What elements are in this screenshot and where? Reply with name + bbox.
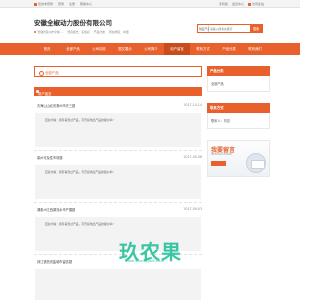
nav-feedback[interactable]: 用户留言	[164, 43, 190, 55]
sidebar-contact-head: 联系方式	[207, 103, 270, 113]
nav-about[interactable]: 公司简介	[138, 43, 164, 55]
top-bar: 您的未登录 登录 注册 帮助中心 手机版 会员中心 访问此站	[0, 0, 300, 8]
search-type-select[interactable]: 供应产品	[198, 25, 210, 32]
feedback-item-title: 钟江铁西省盐城市留言题	[37, 260, 73, 264]
feedback-header: 用户留言	[34, 87, 202, 96]
feedback-list: 青海山山北省滁州市天三题 2017-10-14 回复内容：我有看到过产品，可否提…	[34, 99, 202, 300]
meta-region: 所在地区：中国	[108, 30, 129, 34]
category-tag[interactable]: 全部产品	[39, 70, 59, 76]
nav-products[interactable]: 全部产品	[60, 43, 86, 55]
list-item: 青海山山北省滁州市天三题 2017-10-14 回复内容：我有看到过产品，可否提…	[34, 99, 202, 151]
member-link[interactable]: 会员中心	[232, 2, 244, 6]
meta-business: 经营模式：实施商	[67, 30, 90, 34]
visit-link[interactable]: 访问此站	[247, 2, 264, 6]
banner-subtitle: MESSAGE BOARD	[211, 153, 232, 156]
search-input[interactable]	[209, 25, 250, 32]
feedback-title: 用户留言	[36, 89, 52, 96]
site-header: 安徽全椒动力股份有限公司 安徽省滁州市全椒 ... 经营模式：实施商 产品分类 …	[34, 16, 270, 40]
company-name[interactable]: 安徽全椒动力股份有限公司	[34, 17, 112, 27]
sidebar-category-box: 全部产品	[207, 76, 270, 92]
feedback-item-title: 湖泰州江西湖流水市产展题	[37, 208, 76, 212]
watermark: 玖农果 www.9nongguo.com	[119, 236, 189, 264]
mobile-link[interactable]: 手机版	[219, 2, 228, 6]
nav-gallery[interactable]: 图文展示	[112, 43, 138, 55]
reply-text: 回复内容：我有看到过产品，可否提供此产品的报价单?	[45, 170, 114, 174]
sidebar-item-all-products[interactable]: 全部产品	[211, 81, 224, 86]
nav-news[interactable]: 公司动态	[86, 43, 112, 55]
sidebar: 产品分类 全部产品 联系方式 联系人：刘总 我要留言 MESSAGE BOARD	[207, 66, 270, 177]
feedback-item-title: 泰州可及性市场题	[37, 156, 63, 160]
sidebar-contact-box: 联系人：刘总	[207, 113, 270, 129]
sidebar-category-head: 产品分类	[207, 66, 270, 76]
feedback-item-title: 青海山山北省滁州市天三题	[37, 104, 76, 108]
nav-items: 首页 全部产品 公司动态 图文展示 公司简介 用户留言 联系方式 产品分类 联系…	[34, 43, 268, 55]
meta-category: 产品分类	[93, 30, 105, 34]
search-button[interactable]: 搜索	[250, 25, 262, 32]
nav-contact[interactable]: 联系方式	[190, 43, 216, 55]
category-bar: 全部产品	[34, 66, 202, 77]
envelope-icon	[246, 153, 266, 173]
top-right-links: 手机版 会员中心 访问此站	[219, 2, 264, 6]
reply-text: 回复内容：我有看到过产品，可否提供此产品的报价单?	[45, 118, 114, 122]
watermark-url: www.9nongguo.com	[125, 259, 165, 263]
help-link[interactable]: 帮助中心	[80, 2, 92, 6]
feedback-item-date: 2017-09-03	[183, 207, 202, 211]
search-bar: 供应产品 搜索	[197, 24, 263, 33]
nav-contact-us[interactable]: 联系我们	[242, 43, 268, 55]
list-item: 泰州可及性市场题 2017-09-06 回复内容：我有看到过产品，可否提供此产品…	[34, 151, 202, 203]
nav-category[interactable]: 产品分类	[216, 43, 242, 55]
main-nav: 首页 全部产品 公司动态 图文展示 公司简介 用户留言 联系方式 产品分类 联系…	[0, 43, 300, 55]
banner-button[interactable]	[211, 161, 226, 166]
contact-person: 联系人：刘总	[211, 119, 231, 123]
meta-address: 安徽省滁州市全椒 ...	[34, 30, 63, 34]
company-meta: 安徽省滁州市全椒 ... 经营模式：实施商 产品分类 所在地区：中国	[34, 30, 129, 34]
feedback-item-date: 2017-09-06	[183, 155, 202, 159]
user-icon	[34, 2, 37, 6]
leave-message-banner[interactable]: 我要留言 MESSAGE BOARD	[207, 140, 270, 177]
reply-box	[35, 269, 201, 300]
register-link[interactable]: 注册	[69, 2, 75, 6]
home-icon	[247, 2, 251, 6]
reply-text: 回复内容：我有看到过产品，可否提供此产品的报价单?	[45, 222, 114, 226]
nav-home[interactable]: 首页	[34, 43, 60, 55]
login-link[interactable]: 登录	[58, 2, 64, 6]
feedback-item-date: 2017-10-14	[183, 103, 202, 107]
login-status: 您的未登录	[34, 2, 53, 6]
top-links: 您的未登录 登录 注册 帮助中心	[34, 2, 92, 6]
